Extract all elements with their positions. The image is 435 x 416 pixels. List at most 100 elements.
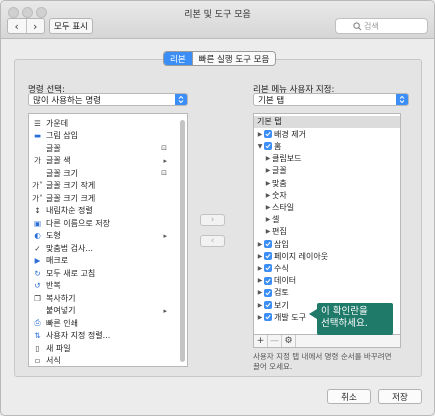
tree-header-main-tabs: 기본 탭 [254,116,400,128]
ribbon-group-item[interactable]: ▶ 스타일 [254,202,400,214]
disclosure-closed-icon[interactable]: ▶ [256,314,264,321]
ribbon-tab-item[interactable]: ▶ 검토 [254,287,400,299]
disclosure-closed-icon[interactable]: ▶ [256,253,264,260]
command-item[interactable]: 가 글꼴 색 ▸ [29,155,179,167]
command-item[interactable]: ▬ 그림 삽입 [29,130,179,142]
submenu-icon: ▸ [163,156,167,165]
tab-quick-access-toolbar[interactable]: 빠른 실행 도구 모음 [191,52,276,65]
disclosure-closed-icon[interactable]: ▶ [264,155,272,162]
command-item[interactable]: 가˄ 글꼴 크기 크게 [29,192,179,204]
command-item[interactable]: 글꼴 ⊡ [29,142,179,154]
show-all-button[interactable]: 모두 표시 [49,18,93,34]
increase-font-icon: 가˄ [32,193,43,203]
command-item[interactable]: ↺ 반복 [29,280,179,292]
tab-checkbox[interactable] [264,252,272,261]
disclosure-closed-icon[interactable]: ▶ [256,289,264,296]
disclosure-closed-icon[interactable]: ▶ [256,277,264,284]
command-item[interactable]: ☰ 가운데 [29,117,179,129]
ribbon-tab-item[interactable]: ▶ 삽입 [254,238,400,250]
disclosure-closed-icon[interactable]: ▶ [264,228,272,235]
shapes-icon: ◐ [34,231,41,240]
search-input[interactable]: 검색 [335,18,428,34]
ribbon-group-item[interactable]: ▶ 셀 [254,214,400,226]
ribbon-group-item[interactable]: ▶ 숫자 [254,190,400,202]
command-item[interactable]: ▫ 서식 [29,355,179,367]
command-item[interactable]: ✓ 맞춤법 검사... [29,242,179,254]
ribbon-tab-item[interactable]: ▼ 홈 [254,141,400,153]
command-item[interactable]: 글꼴 크기 ⊡ [29,167,179,179]
disclosure-closed-icon[interactable]: ▶ [256,131,264,138]
command-label: 빠른 인쇄 [46,318,78,328]
tree-options-button[interactable]: ⚙ [282,335,296,347]
tree-header-label: 기본 탭 [257,117,282,127]
cancel-button[interactable]: 취소 [327,389,371,404]
disclosure-closed-icon[interactable]: ▶ [256,302,264,309]
ribbon-tab-item[interactable]: ▶ 데이터 [254,275,400,287]
command-label: 글꼴 크기 크게 [46,193,96,203]
disclosure-closed-icon[interactable]: ▶ [264,192,272,199]
ribbon-group-item[interactable]: ▶ 글꼴 [254,165,400,177]
command-item[interactable]: ↕ 내림차순 정렬 [29,205,179,217]
tab-checkbox[interactable] [264,142,272,151]
expand-icon: ⊡ [161,169,167,177]
command-item[interactable]: ▣ 다른 이름으로 저장 [29,217,179,229]
tab-checkbox[interactable] [264,130,272,139]
command-label: 사용자 지정 정렬... [46,331,111,340]
ribbon-tab-item[interactable]: ▶ 배경 제거 [254,129,400,141]
ribbon-group-item[interactable]: ▶ 편집 [254,226,400,238]
tab-checkbox[interactable] [264,276,272,285]
disclosure-closed-icon[interactable]: ▶ [256,265,264,272]
hint-line-2: 끌어 오세요. [253,362,293,371]
command-item[interactable]: ▯ 새 파일 [29,342,179,354]
remove-from-ribbon-button[interactable]: ‹ [200,235,225,247]
disclosure-closed-icon[interactable]: ▶ [264,167,272,174]
command-label: 복사하기 [46,293,76,303]
disclosure-open-icon[interactable]: ▼ [256,143,264,150]
customize-ribbon-dropdown[interactable]: 기본 탭 [253,93,409,106]
tab-checkbox[interactable] [264,301,272,310]
command-item[interactable]: ❐ 복사하기 [29,292,179,304]
add-tab-button[interactable]: + [254,335,268,347]
disclosure-closed-icon[interactable]: ▶ [264,180,272,187]
add-to-ribbon-button[interactable]: › [200,214,225,226]
tab-checkbox[interactable] [264,288,272,297]
dropdown-arrows-icon [175,94,187,105]
tab-checkbox[interactable] [264,264,272,273]
ribbon-tab-item[interactable]: ▶ 페이지 레이아웃 [254,251,400,263]
tab-checkbox[interactable] [264,240,272,249]
gear-icon: ⚙ [284,336,293,346]
spelling-icon: ✓ [34,243,41,253]
tree-item-label: 셀 [272,215,280,225]
ribbon-group-item[interactable]: ▶ 클립보드 [254,153,400,165]
tab-checkbox[interactable] [264,313,272,322]
command-item[interactable]: ◐ 도형 ▸ [29,230,179,242]
expand-icon: ⊡ [161,144,167,152]
command-item[interactable]: 가˅ 글꼴 크기 작게 [29,180,179,192]
tree-item-label: 글꼴 [272,166,287,176]
search-icon [353,22,362,31]
choose-commands-dropdown[interactable]: 많이 사용하는 명령 [28,93,188,106]
command-item[interactable]: ▶ 매크로 [29,255,179,267]
command-item[interactable]: 붙여넣기 ▸ [29,305,179,317]
disclosure-closed-icon[interactable]: ▶ [264,204,272,211]
command-item[interactable]: ⎙ 빠른 인쇄 [29,317,179,329]
command-item[interactable]: ⇅ 사용자 지정 정렬... [29,330,179,342]
decrease-font-icon: 가˅ [32,181,43,190]
remove-tab-button[interactable]: — [268,335,282,347]
ribbon-tab-item[interactable]: ▶ 수식 [254,263,400,275]
command-item[interactable]: ↻ 모두 새로 고침 [29,267,179,279]
save-as-icon: ▣ [33,218,42,228]
disclosure-closed-icon[interactable]: ▶ [256,241,264,248]
back-button[interactable]: ‹ [8,19,26,33]
command-label: 매크로 [46,256,69,265]
forward-button[interactable]: › [25,19,45,33]
dropdown-arrows-icon [396,94,408,105]
commands-scrollbar[interactable] [180,120,185,362]
commands-list[interactable]: ☰ 가운데 ▬ 그림 삽입 글꼴 ⊡ 가 글꼴 색 ▸ 글꼴 크기 ⊡ 가˅ 글꼴 크기 작게 가˄ 글꼴 … [28,113,188,367]
ribbon-tabs-tree[interactable]: 기본 탭 ▶ 배경 제거 ▼ 홈 ▶ 클립보드 ▶ 글꼴 ▶ 맞춤 ▶ 숫자 ▶ 스타일 ▶ 셀 ▶ 편집 ▶ 삽입 ▶… [253,113,401,335]
tab-ribbon[interactable]: 리본 [164,52,192,65]
disclosure-closed-icon[interactable]: ▶ [264,216,272,223]
ribbon-group-item[interactable]: ▶ 맞춤 [254,177,400,189]
save-button[interactable]: 저장 [378,389,422,404]
command-label: 글꼴 크기 [46,168,78,178]
